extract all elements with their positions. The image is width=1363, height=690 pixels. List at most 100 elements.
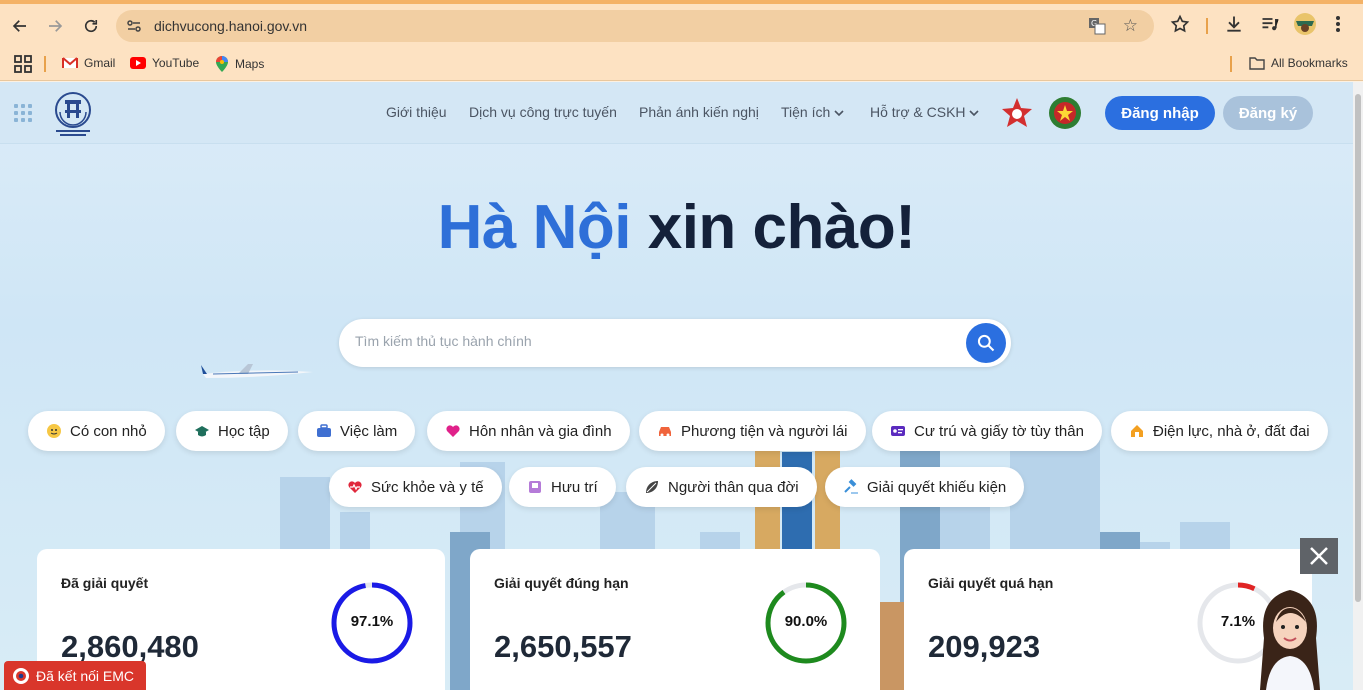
house-icon [1129,423,1145,439]
register-button[interactable]: Đăng ký [1223,96,1313,130]
category-chip-hoc-tap[interactable]: Học tập [176,411,288,451]
stat-label: Giải quyết quá hạn [928,575,1054,591]
extensions-star-icon[interactable] [1170,14,1190,39]
bookmark-star-icon[interactable]: ☆ [1123,16,1138,36]
category-chip-huu-tri[interactable]: Hưu trí [509,467,616,507]
category-label: Người thân qua đời [668,478,799,496]
url-text[interactable]: dichvucong.hanoi.gov.vn [154,18,307,34]
hanoi-logo[interactable] [52,90,94,138]
address-bar[interactable]: dichvucong.hanoi.gov.vn G ☆ [116,10,1154,42]
profile-avatar-icon[interactable] [1293,12,1317,41]
category-chip-khieu-kien[interactable]: Giải quyết khiếu kiện [825,467,1025,507]
category-label: Sức khỏe và y tế [371,478,484,496]
hero-title-highlight: Hà Nội [437,193,632,262]
page-scrollbar[interactable] [1353,82,1363,690]
close-icon [1310,547,1328,565]
reload-icon[interactable] [79,14,103,38]
search-icon [977,334,995,352]
apps-grid-icon[interactable] [14,55,32,73]
back-icon[interactable] [8,14,32,38]
forward-icon[interactable] [43,14,67,38]
virtual-assistant-avatar[interactable] [1250,578,1330,690]
bookmark-gmail[interactable]: Gmail [62,56,115,70]
nav-dich-vu-cong[interactable]: Dịch vụ công trực tuyến [469,104,617,120]
hero-title: Hà Nội xin chào! [0,192,1353,263]
stat-value: 2,860,480 [61,629,199,664]
page-viewport: Giới thiệu Dịch vụ công trực tuyến Phản … [0,82,1353,690]
airplane-illustration [201,364,313,378]
category-chip-cu-tru[interactable]: Cư trú và giấy tờ tùy thân [872,411,1102,451]
category-label: Hưu trí [551,478,598,496]
site-info-icon[interactable] [126,18,142,39]
car-icon [657,423,673,439]
stat-value: 2,650,557 [494,629,632,664]
chevron-down-icon [834,110,844,117]
download-icon[interactable] [1224,14,1244,39]
category-label: Phương tiện và người lái [681,422,848,440]
heart-icon [445,423,461,439]
category-chip-co-con-nho[interactable]: Có con nhỏ [28,411,165,451]
category-chip-viec-lam[interactable]: Việc làm [298,411,416,451]
category-chip-dien-luc[interactable]: Điện lực, nhà ở, đất đai [1111,411,1328,451]
site-header: Giới thiệu Dịch vụ công trực tuyến Phản … [0,82,1353,144]
nav-gioi-thieu[interactable]: Giới thiệu [386,104,447,120]
youtube-icon [130,57,146,69]
stat-card-on-time: Giải quyết đúng hạn 2,650,557 90.0% [470,549,880,690]
media-control-icon[interactable] [1260,14,1280,39]
category-chip-suc-khoe[interactable]: Sức khỏe và y tế [329,467,502,507]
search-button[interactable] [966,323,1006,363]
browser-toolbar: dichvucong.hanoi.gov.vn G ☆ [0,4,1363,48]
stat-label: Đã giải quyết [61,575,149,591]
chevron-down-icon [969,110,980,117]
nav-phan-anh[interactable]: Phản ánh kiến nghị [639,104,759,120]
translate-icon[interactable]: G [1088,17,1106,40]
all-bookmarks[interactable]: All Bookmarks [1249,56,1348,70]
leaf-icon [644,479,660,495]
bookmarks-separator [44,56,46,72]
emc-connection-badge[interactable]: Đã kết nối EMC [4,661,146,690]
nav-ho-tro-label: Hỗ trợ & CSKH [870,104,966,120]
maps-icon [216,56,228,72]
nav-tien-ich-label: Tiện ích [781,104,831,120]
category-chip-nguoi-than[interactable]: Người thân qua đời [626,467,817,507]
category-label: Hôn nhân và gia đình [469,422,612,440]
bookmark-label: Maps [235,57,265,71]
health-heart-icon [347,479,363,495]
stat-value: 209,923 [928,629,1041,664]
procedure-search-input[interactable] [355,333,955,349]
toolbar-separator [1206,18,1208,34]
category-label: Học tập [218,422,270,440]
bookmark-maps[interactable]: Maps [215,56,264,72]
retirement-icon [527,479,543,495]
emc-label: Đã kết nối EMC [36,668,135,684]
category-chip-hon-nhan[interactable]: Hôn nhân và gia đình [427,411,630,451]
nav-ho-tro[interactable]: Hỗ trợ & CSKH [870,104,980,120]
stat-label: Giải quyết đúng hạn [494,575,629,591]
login-button[interactable]: Đăng nhập [1105,96,1215,130]
category-label: Giải quyết khiếu kiện [867,478,1007,496]
nav-tien-ich[interactable]: Tiện ích [781,104,844,120]
viettel-star-icon[interactable] [1000,96,1034,130]
all-bookmarks-label: All Bookmarks [1271,56,1348,70]
apps-menu-icon[interactable] [14,104,32,122]
category-label: Điện lực, nhà ở, đất đai [1153,422,1310,440]
briefcase-icon [316,423,332,439]
bookmark-label: Gmail [84,56,116,70]
close-assistant-button[interactable] [1300,538,1338,574]
menu-kebab-icon[interactable] [1333,14,1343,39]
category-label: Việc làm [340,422,398,440]
gavel-icon [843,479,859,495]
bookmark-youtube[interactable]: YouTube [130,56,199,70]
gmail-icon [62,57,78,68]
procedure-search-bar [339,319,1011,367]
folder-icon [1249,57,1265,70]
scrollbar-thumb[interactable] [1355,94,1361,602]
graduation-cap-icon [194,423,210,439]
stat-percent: 97.1% [350,613,394,630]
stat-percent: 90.0% [784,613,828,630]
bookmark-label: YouTube [152,56,200,70]
police-emblem-icon[interactable] [1048,96,1082,130]
baby-icon [46,423,62,439]
hero-title-rest: xin chào! [630,193,916,262]
category-chip-phuong-tien[interactable]: Phương tiện và người lái [639,411,866,451]
